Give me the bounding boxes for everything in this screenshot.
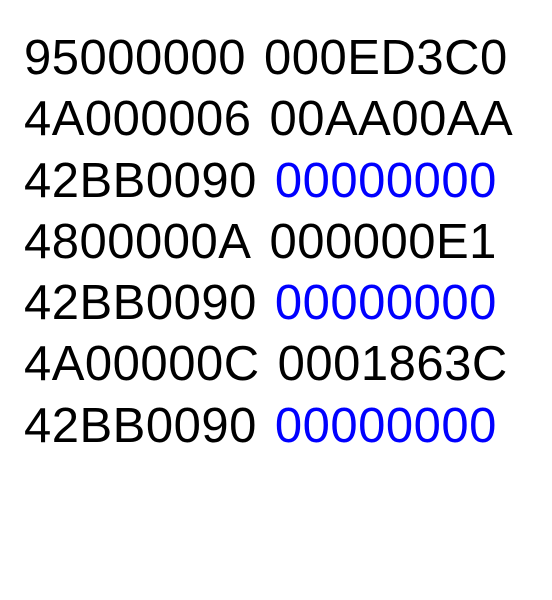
hex-cell-col1: 95000000 bbox=[24, 28, 246, 89]
hex-cell-col1: 4800000A bbox=[24, 212, 251, 273]
hex-dump-list: 95000000 000ED3C0 4A000006 00AA00AA 42BB… bbox=[24, 28, 528, 457]
hex-cell-col1: 42BB0090 bbox=[24, 273, 257, 334]
hex-row: 42BB0090 00000000 bbox=[24, 273, 528, 334]
hex-row: 4A00000C 0001863C bbox=[24, 334, 528, 395]
hex-cell-col2: 00AA00AA bbox=[269, 89, 513, 150]
hex-cell-col1: 42BB0090 bbox=[24, 151, 257, 212]
hex-row: 42BB0090 00000000 bbox=[24, 396, 528, 457]
hex-cell-col2: 00000000 bbox=[275, 151, 497, 212]
hex-cell-col2: 0001863C bbox=[278, 334, 508, 395]
hex-row: 95000000 000ED3C0 bbox=[24, 28, 528, 89]
hex-row: 42BB0090 00000000 bbox=[24, 151, 528, 212]
hex-cell-col2: 000ED3C0 bbox=[264, 28, 508, 89]
hex-cell-col1: 4A00000C bbox=[24, 334, 260, 395]
hex-cell-col2: 00000000 bbox=[275, 273, 497, 334]
hex-cell-col1: 4A000006 bbox=[24, 89, 251, 150]
hex-cell-col1: 42BB0090 bbox=[24, 396, 257, 457]
hex-cell-col2: 00000000 bbox=[275, 396, 497, 457]
hex-row: 4A000006 00AA00AA bbox=[24, 89, 528, 150]
hex-row: 4800000A 000000E1 bbox=[24, 212, 528, 273]
hex-cell-col2: 000000E1 bbox=[269, 212, 496, 273]
